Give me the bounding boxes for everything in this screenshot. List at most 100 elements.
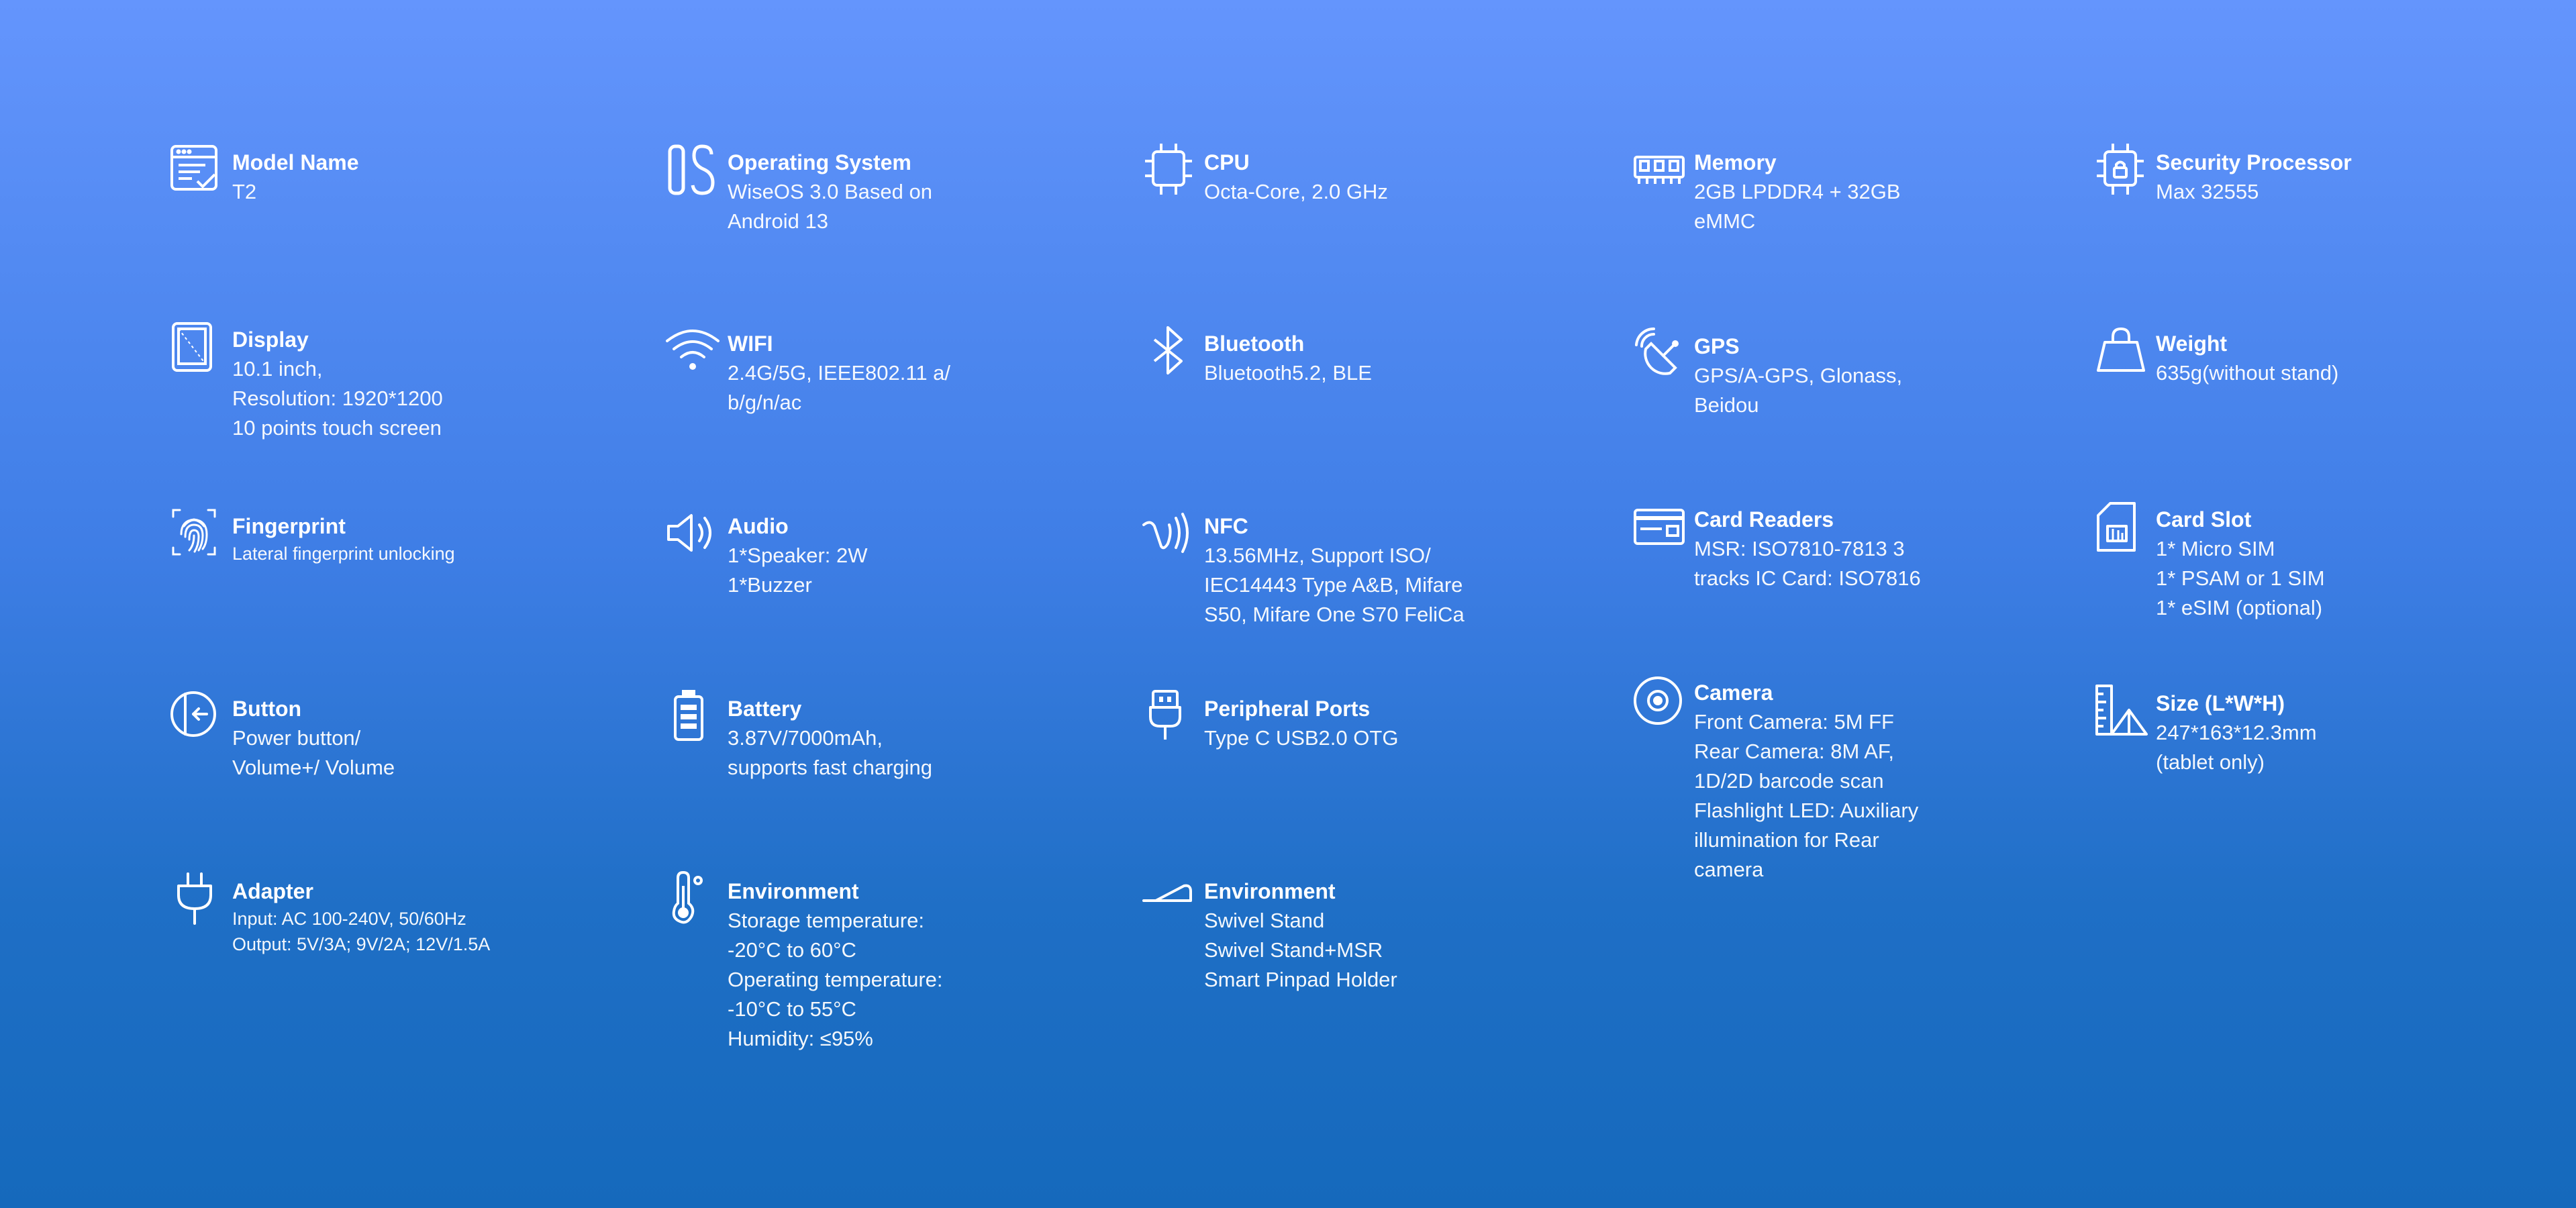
spec-memory: Memory 2GB LPDDR4 + 32GB eMMC: [1631, 148, 1901, 236]
spec-card-slot: Card Slot 1* Micro SIM 1* PSAM or 1 SIM …: [2093, 505, 2325, 623]
spec-title: Adapter: [232, 879, 313, 903]
spec-camera: Camera Front Camera: 5M FF Rear Camera: …: [1631, 678, 1918, 885]
spec-title: WIFI: [728, 332, 773, 356]
spec-line: Beidou: [1694, 393, 1759, 417]
spec-line: Humidity: ≤95%: [728, 1027, 873, 1050]
spec-line: camera: [1694, 858, 1764, 881]
audio-icon: [664, 506, 721, 562]
spec-line: Volume+/ Volume: [232, 756, 395, 779]
spec-title: Card Readers: [1694, 507, 1834, 532]
security-processor-icon: [2093, 142, 2149, 199]
spec-line: Swivel Stand+MSR: [1204, 938, 1383, 962]
spec-environment-stand: Environment Swivel Stand Swivel Stand+MS…: [1141, 876, 1397, 995]
spec-line: 10 points touch screen: [232, 416, 442, 440]
model-name-icon: [169, 142, 226, 199]
spec-button: Button Power button/ Volume+/ Volume: [169, 694, 395, 783]
spec-title: Security Processor: [2156, 150, 2352, 174]
spec-title: GPS: [1694, 334, 1740, 358]
spec-line: 1D/2D barcode scan: [1694, 769, 1884, 793]
spec-line: Bluetooth5.2, BLE: [1204, 361, 1372, 385]
spec-line: Resolution: 1920*1200: [232, 387, 443, 410]
spec-line: 1* PSAM or 1 SIM: [2156, 566, 2325, 590]
spec-line: (tablet only): [2156, 750, 2265, 774]
peripheral-ports-icon: [1141, 689, 1197, 745]
memory-icon: [1631, 142, 1687, 199]
gps-icon: [1631, 326, 1687, 383]
spec-line: 1*Speaker: 2W: [728, 544, 868, 567]
adapter-icon: [169, 871, 226, 927]
size-icon: [2093, 683, 2149, 740]
spec-line: Type C USB2.0 OTG: [1204, 726, 1399, 750]
spec-line: 247*163*12.3mm: [2156, 721, 2317, 744]
spec-title: Size (L*W*H): [2156, 691, 2285, 715]
operating-system-icon: [664, 142, 721, 199]
spec-cpu: CPU Octa-Core, 2.0 GHz: [1141, 148, 1388, 207]
spec-weight: Weight 635g(without stand): [2093, 329, 2338, 388]
spec-title: Camera: [1694, 681, 1773, 705]
spec-line: S50, Mifare One S70 FeliCa: [1204, 603, 1465, 626]
card-slot-icon: [2093, 499, 2149, 556]
spec-line: Flashlight LED: Auxiliary: [1694, 799, 1919, 822]
nfc-icon: [1141, 506, 1197, 562]
cpu-icon: [1141, 142, 1197, 199]
spec-title: Environment: [728, 879, 859, 903]
spec-title: Battery: [728, 697, 802, 721]
spec-line: MSR: ISO7810-7813 3: [1694, 537, 1905, 560]
spec-line: 2GB LPDDR4 + 32GB: [1694, 180, 1901, 203]
spec-title: Card Slot: [2156, 507, 2252, 532]
spec-line: Output: 5V/3A; 9V/2A; 12V/1.5A: [232, 934, 491, 954]
spec-line: 2.4G/5G, IEEE802.11 a/: [728, 361, 951, 385]
spec-card-readers: Card Readers MSR: ISO7810-7813 3 tracks …: [1631, 505, 1921, 593]
spec-title: Peripheral Ports: [1204, 697, 1371, 721]
button-icon: [169, 689, 226, 745]
spec-line: Lateral fingerprint unlocking: [232, 544, 455, 564]
thermometer-icon: [664, 871, 721, 927]
spec-line: Octa-Core, 2.0 GHz: [1204, 180, 1388, 203]
spec-fingerprint: Fingerprint Lateral fingerprint unlockin…: [169, 511, 455, 566]
spec-line: 10.1 inch,: [232, 357, 323, 381]
spec-line: Input: AC 100-240V, 50/60Hz: [232, 909, 466, 929]
spec-gps: GPS GPS/A-GPS, Glonass, Beidou: [1631, 332, 1902, 420]
spec-title: Display: [232, 328, 309, 352]
spec-line: WiseOS 3.0 Based on: [728, 180, 932, 203]
spec-line: GPS/A-GPS, Glonass,: [1694, 364, 1903, 387]
stand-icon: [1141, 871, 1197, 927]
spec-model-name: Model Name T2: [169, 148, 358, 207]
spec-line: 1*Buzzer: [728, 573, 812, 597]
spec-line: Max 32555: [2156, 180, 2259, 203]
card-readers-icon: [1631, 499, 1687, 556]
spec-peripheral-ports: Peripheral Ports Type C USB2.0 OTG: [1141, 694, 1398, 753]
spec-title: CPU: [1204, 150, 1250, 174]
spec-battery: Battery 3.87V/7000mAh, supports fast cha…: [664, 694, 932, 783]
spec-size: Size (L*W*H) 247*163*12.3mm (tablet only…: [2093, 689, 2317, 777]
spec-line: Rear Camera: 8M AF,: [1694, 740, 1895, 763]
spec-line: Storage temperature:: [728, 909, 924, 932]
spec-line: b/g/n/ac: [728, 391, 802, 414]
spec-title: NFC: [1204, 514, 1248, 538]
spec-line: Front Camera: 5M FF: [1694, 710, 1894, 734]
spec-line: IEC14443 Type A&B, Mifare: [1204, 573, 1463, 597]
spec-line: Android 13: [728, 209, 828, 233]
spec-display: Display 10.1 inch, Resolution: 1920*1200…: [169, 325, 443, 443]
spec-line: 13.56MHz, Support ISO/: [1204, 544, 1431, 567]
spec-title: Weight: [2156, 332, 2228, 356]
spec-title: Button: [232, 697, 302, 721]
spec-line: -20°C to 60°C: [728, 938, 856, 962]
spec-title: Bluetooth: [1204, 332, 1305, 356]
spec-line: Swivel Stand: [1204, 909, 1325, 932]
battery-icon: [664, 689, 721, 745]
display-icon: [169, 319, 226, 376]
spec-wifi: WIFI 2.4G/5G, IEEE802.11 a/ b/g/n/ac: [664, 329, 950, 417]
spec-line: T2: [232, 180, 257, 203]
spec-bluetooth: Bluetooth Bluetooth5.2, BLE: [1141, 329, 1372, 388]
spec-audio: Audio 1*Speaker: 2W 1*Buzzer: [664, 511, 868, 600]
spec-line: 1* Micro SIM: [2156, 537, 2275, 560]
fingerprint-icon: [169, 506, 226, 562]
spec-line: 635g(without stand): [2156, 361, 2339, 385]
spec-line: tracks IC Card: ISO7816: [1694, 566, 1921, 590]
spec-line: supports fast charging: [728, 756, 933, 779]
spec-line: -10°C to 55°C: [728, 997, 856, 1021]
spec-line: Smart Pinpad Holder: [1204, 968, 1397, 991]
spec-operating-system: Operating System WiseOS 3.0 Based on And…: [664, 148, 932, 236]
spec-title: Model Name: [232, 150, 359, 174]
